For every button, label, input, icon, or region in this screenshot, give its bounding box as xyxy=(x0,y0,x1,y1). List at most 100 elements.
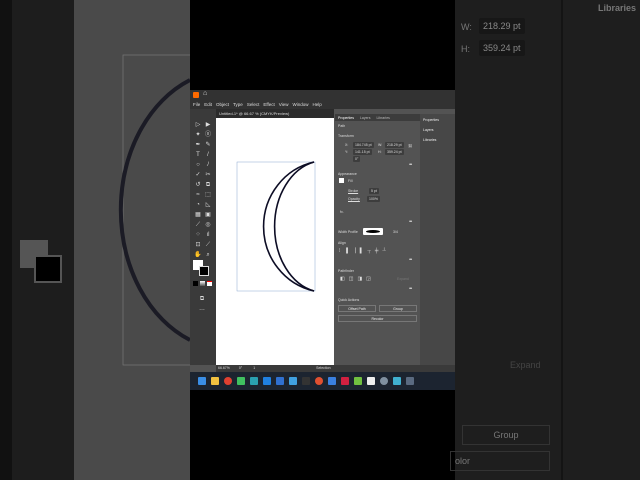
artboard-number[interactable]: 1 xyxy=(253,366,255,370)
zoom-tool-icon[interactable]: ⌕ xyxy=(204,251,212,259)
lasso-icon[interactable]: ⓞ xyxy=(204,131,212,139)
screen-mode-icon[interactable]: ⧉ xyxy=(198,295,206,303)
artboard[interactable] xyxy=(216,118,334,365)
blend-tool-icon[interactable]: ◎ xyxy=(204,221,212,229)
background-canvas xyxy=(74,0,190,480)
more-tools-icon[interactable]: … xyxy=(198,305,206,313)
rotation-view[interactable]: 0° xyxy=(239,366,242,370)
app-icon[interactable] xyxy=(250,377,258,385)
rotate-field[interactable]: 0° xyxy=(353,156,361,162)
x-field[interactable]: 184.745 pt xyxy=(353,142,374,148)
scale-tool-icon[interactable]: ⧉ xyxy=(204,181,212,189)
vscode-icon[interactable] xyxy=(263,377,271,385)
scissors-icon[interactable]: ✂ xyxy=(204,171,212,179)
recolor-button[interactable]: Recolor xyxy=(338,315,417,322)
shaper-tool-icon[interactable]: ✓ xyxy=(194,171,202,179)
file-explorer-icon[interactable] xyxy=(211,377,219,385)
tab-layers[interactable]: Layers xyxy=(360,116,371,120)
zoom-level[interactable]: 66.67% xyxy=(218,366,230,370)
warp-tool-icon[interactable]: ≈ xyxy=(194,191,202,199)
menu-window[interactable]: Window xyxy=(292,102,308,107)
transform-more-icon[interactable]: ••• xyxy=(409,162,412,168)
width-profile-dropdown[interactable] xyxy=(363,228,383,235)
expand-button[interactable]: Expand xyxy=(397,277,409,281)
appearance-heading: Appearance xyxy=(338,172,357,176)
start-icon[interactable] xyxy=(198,377,206,385)
free-transform-icon[interactable]: ⬚ xyxy=(204,191,212,199)
menu-edit[interactable]: Edit xyxy=(204,102,212,107)
shape-builder-icon[interactable]: ◔ xyxy=(194,201,202,209)
app-icon[interactable] xyxy=(367,377,375,385)
w-field[interactable]: 218.29 pt xyxy=(385,142,404,148)
type-tool-icon[interactable]: T xyxy=(194,151,202,159)
menu-help[interactable]: Help xyxy=(312,102,321,107)
strip-properties[interactable]: Properties xyxy=(423,118,439,122)
pathfinder-buttons-icons[interactable]: ◧◫◨◲ xyxy=(340,276,375,282)
app-icon[interactable] xyxy=(341,377,349,385)
home-icon[interactable]: ⌂ xyxy=(203,90,207,97)
appearance-more-icon[interactable]: ••• xyxy=(409,219,412,225)
strip-libraries[interactable]: Libraries xyxy=(423,138,436,142)
menu-view[interactable]: View xyxy=(279,102,289,107)
y-field[interactable]: 141.15 pt xyxy=(353,149,372,155)
settings-icon[interactable] xyxy=(380,377,388,385)
mesh-tool-icon[interactable]: ▦ xyxy=(194,211,202,219)
app-icon[interactable] xyxy=(406,377,414,385)
bg-w-label: W: xyxy=(461,22,472,32)
constrain-link-icon[interactable]: ⛓ xyxy=(408,144,412,148)
menu-object[interactable]: Object xyxy=(216,102,229,107)
line-tool-icon[interactable]: / xyxy=(204,151,212,159)
hand-tool-icon[interactable]: ✋ xyxy=(194,251,202,259)
gradient-mode-icon[interactable] xyxy=(200,281,205,286)
pen-tool-icon[interactable]: ✒ xyxy=(194,141,202,149)
symbol-sprayer-icon[interactable]: ⁘ xyxy=(194,231,202,239)
whatsapp-icon[interactable] xyxy=(237,377,245,385)
h-field[interactable]: 359.24 pt xyxy=(385,149,404,155)
stroke-weight-field[interactable]: 5 pt xyxy=(369,188,379,194)
selection-tool-icon[interactable]: ▷ xyxy=(194,121,202,129)
ellipse-tool-icon[interactable]: ○ xyxy=(194,161,202,169)
magic-wand-icon[interactable]: ✦ xyxy=(194,131,202,139)
menu-type[interactable]: Type xyxy=(233,102,243,107)
gradient-tool-icon[interactable]: ▣ xyxy=(204,211,212,219)
opacity-label[interactable]: Opacity xyxy=(348,197,360,201)
direct-selection-tool-icon[interactable]: ▶ xyxy=(204,121,212,129)
perspective-icon[interactable]: ◺ xyxy=(204,201,212,209)
tab-properties[interactable]: Properties xyxy=(338,116,354,120)
strip-layers[interactable]: Layers xyxy=(423,128,434,132)
app-icon[interactable] xyxy=(393,377,401,385)
slice-tool-icon[interactable]: ⟋ xyxy=(204,241,212,249)
app-icon[interactable] xyxy=(315,377,323,385)
graph-tool-icon[interactable]: ıl xyxy=(204,231,212,239)
group-button[interactable]: Group xyxy=(379,305,417,312)
app-icon[interactable] xyxy=(354,377,362,385)
align-buttons-icons[interactable]: ⁞▐▕▌┬╪┴ xyxy=(339,248,390,254)
tab-libraries[interactable]: Libraries xyxy=(376,116,389,120)
rotate-tool-icon[interactable]: ↺ xyxy=(194,181,202,189)
notion-icon[interactable] xyxy=(302,377,310,385)
photos-icon[interactable] xyxy=(289,377,297,385)
chrome-icon[interactable] xyxy=(224,377,232,385)
menu-file[interactable]: File xyxy=(193,102,200,107)
menu-effect[interactable]: Effect xyxy=(263,102,274,107)
width-profile-value: 3/4 xyxy=(393,230,398,234)
eyedropper-icon[interactable]: ⟋ xyxy=(194,221,202,229)
stroke-swatch[interactable] xyxy=(199,266,209,276)
none-mode-icon[interactable] xyxy=(207,281,212,286)
brush-tool-icon[interactable]: ﾉ xyxy=(204,161,212,169)
offset-path-button[interactable]: Offset Path xyxy=(338,305,376,312)
curvature-tool-icon[interactable]: ✎ xyxy=(204,141,212,149)
fx-button[interactable]: fx. xyxy=(340,210,344,214)
color-mode-icon[interactable] xyxy=(193,281,198,286)
app-icon[interactable] xyxy=(328,377,336,385)
app-icon[interactable] xyxy=(276,377,284,385)
crescent-shape[interactable] xyxy=(216,118,334,365)
align-more-icon[interactable]: ••• xyxy=(409,257,412,263)
document-tab[interactable]: Untitled-1* @ 66.67 % (CMYK/Preview) xyxy=(216,109,334,118)
stroke-label[interactable]: Stroke xyxy=(348,189,358,193)
opacity-field[interactable]: 100% xyxy=(367,196,380,202)
menu-select[interactable]: Select xyxy=(247,102,260,107)
artboard-tool-icon[interactable]: ⊡ xyxy=(194,241,202,249)
pathfinder-more-icon[interactable]: ••• xyxy=(409,286,412,292)
fill-color-swatch[interactable] xyxy=(339,178,344,183)
